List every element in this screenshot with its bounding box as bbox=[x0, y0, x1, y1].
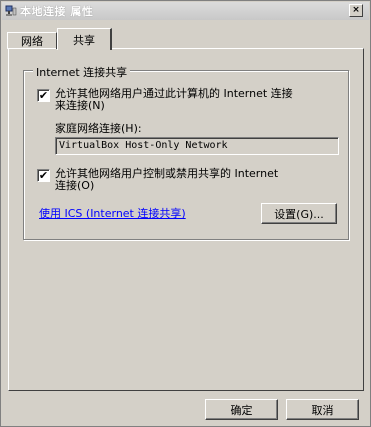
settings-button[interactable]: 设置(G)... bbox=[261, 203, 337, 224]
tab-network[interactable]: 网络 bbox=[7, 32, 57, 49]
cancel-button[interactable]: 取消 bbox=[286, 399, 359, 420]
close-button[interactable]: × bbox=[349, 4, 363, 17]
ok-button[interactable]: 确定 bbox=[205, 399, 278, 420]
ok-button-label: 确定 bbox=[230, 403, 253, 417]
home-network-field[interactable]: VirtualBox Host-Only Network bbox=[55, 137, 339, 155]
checkmark-icon: ✔ bbox=[38, 169, 49, 182]
window-title: 本地连接 属性 bbox=[20, 5, 94, 18]
tab-network-label: 网络 bbox=[21, 35, 43, 48]
allow-connect-checkbox[interactable]: ✔ bbox=[37, 89, 50, 102]
allow-connect-line2: 来连接(N) bbox=[55, 99, 105, 112]
tab-sharing-label: 共享 bbox=[73, 33, 95, 47]
allow-connect-label[interactable]: 允许其他网络用户通过此计算机的 Internet 连接 来连接(N) bbox=[55, 88, 293, 112]
close-icon: × bbox=[352, 5, 360, 15]
settings-button-label: 设置(G)... bbox=[274, 207, 324, 221]
home-network-label: 家庭网络连接(H): bbox=[55, 122, 142, 135]
title-bar[interactable]: 本地连接 属性 × bbox=[2, 2, 369, 20]
allow-control-label[interactable]: 允许其他网络用户控制或禁用共享的 Internet 连接(O) bbox=[55, 168, 278, 192]
properties-dialog: 本地连接 属性 × 网络 共享 Internet 连接共享 ✔ 允许其他网络用户… bbox=[0, 0, 371, 427]
allow-control-checkbox[interactable]: ✔ bbox=[37, 169, 50, 182]
cancel-button-label: 取消 bbox=[311, 403, 334, 417]
checkmark-icon: ✔ bbox=[38, 89, 49, 102]
tab-sharing[interactable]: 共享 bbox=[57, 28, 112, 50]
ics-help-link[interactable]: 使用 ICS (Internet 连接共享) bbox=[39, 205, 186, 221]
network-connection-icon bbox=[5, 5, 17, 17]
allow-control-line2: 连接(O) bbox=[55, 179, 95, 192]
group-legend: Internet 连接共享 bbox=[33, 64, 131, 80]
